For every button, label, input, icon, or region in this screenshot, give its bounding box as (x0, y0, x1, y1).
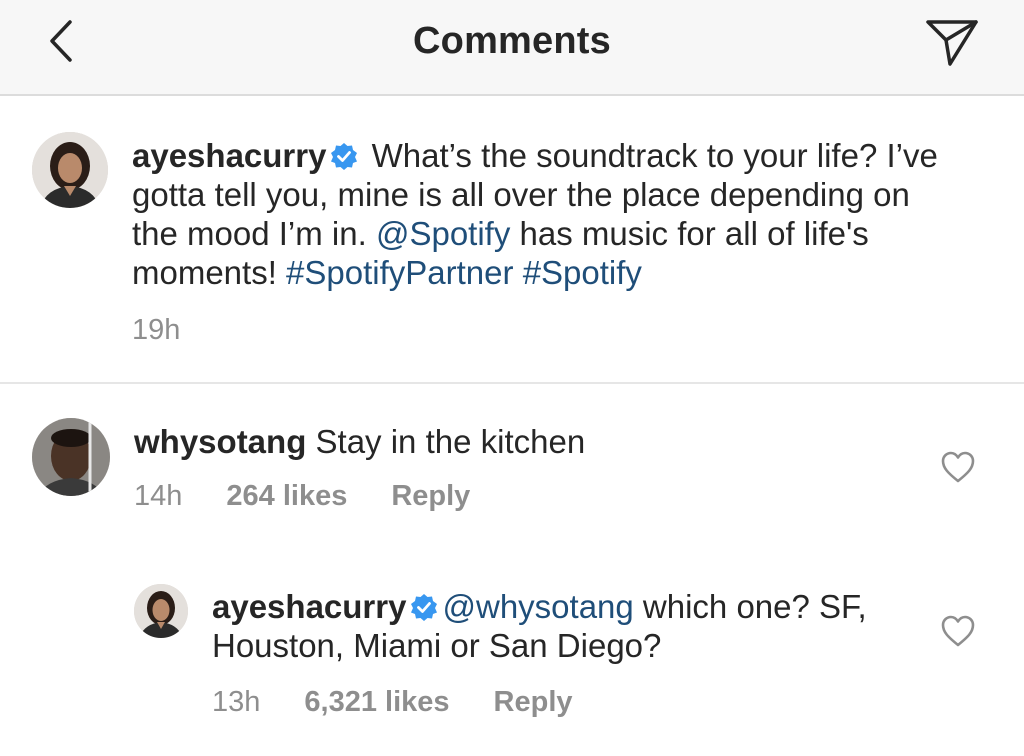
reply-username[interactable]: ayeshacurry (212, 588, 406, 625)
header-bar: Comments (0, 0, 1024, 96)
caption-text: ayeshacurry What’s the soundtrack to you… (132, 136, 962, 292)
paper-plane-icon[interactable] (924, 16, 980, 68)
comment-timestamp: 14h (134, 480, 183, 512)
avatar[interactable] (134, 584, 188, 638)
caption-username[interactable]: ayeshacurry (132, 137, 326, 174)
caption-hashtag[interactable]: #Spotify (523, 254, 642, 291)
avatar[interactable] (32, 418, 110, 496)
caption-hashtag[interactable]: #SpotifyPartner (286, 254, 513, 291)
caption-mention[interactable]: @Spotify (376, 215, 510, 252)
reply-mention[interactable]: @whysotang (442, 588, 633, 625)
reply-likes-count[interactable]: 6,321 likes (304, 686, 449, 718)
reply-button[interactable]: Reply (391, 480, 470, 512)
divider (0, 382, 1024, 384)
avatar[interactable] (32, 132, 108, 208)
comment-body: Stay in the kitchen (306, 423, 586, 460)
comment-meta: 14h 264 likes Reply (134, 480, 514, 513)
comment-username[interactable]: whysotang (134, 423, 306, 460)
comment-text: whysotang Stay in the kitchen (134, 422, 914, 461)
caption-meta: 19h (132, 314, 224, 347)
reply-button[interactable]: Reply (494, 686, 573, 718)
verified-badge-icon (331, 143, 358, 170)
comments-screen: Comments ayeshacurry What’s the soundtra… (0, 0, 1024, 756)
comment-likes-count[interactable]: 264 likes (226, 480, 347, 512)
page-title: Comments (413, 20, 611, 62)
heart-icon[interactable] (940, 450, 976, 484)
heart-icon[interactable] (940, 614, 976, 648)
caption-timestamp: 19h (132, 314, 181, 346)
reply-timestamp: 13h (212, 686, 261, 718)
reply-meta: 13h 6,321 likes Reply (212, 686, 617, 719)
verified-badge-icon (411, 594, 438, 621)
reply-text: ayeshacurry @whysotang which one? SF, Hou… (212, 587, 912, 665)
